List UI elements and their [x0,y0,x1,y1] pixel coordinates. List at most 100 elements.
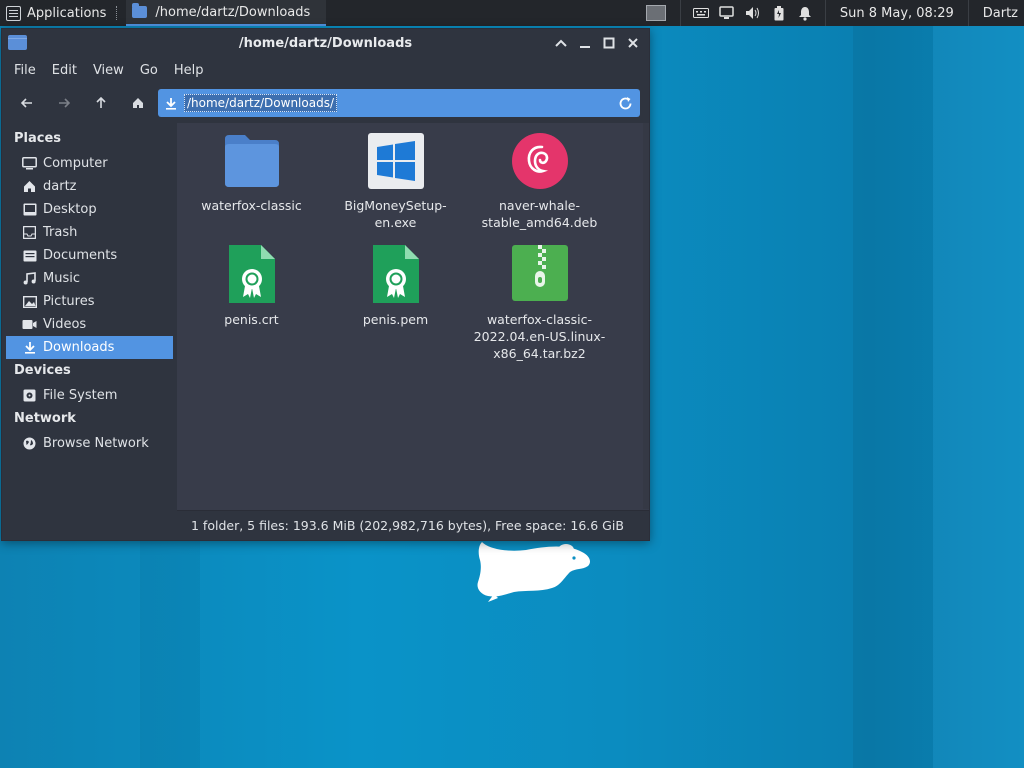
arrow-right-icon [58,98,70,108]
system-tray [687,5,819,21]
volume-icon[interactable] [745,5,761,21]
sidebar-item-browse-network[interactable]: Browse Network [2,432,177,455]
taskbar-window-button[interactable]: /home/dartz/Downloads [126,0,327,26]
sidebar-item-computer[interactable]: Computer [2,152,177,175]
sidebar-item-home[interactable]: dartz [2,175,177,198]
location-text[interactable]: /home/dartz/Downloads/ [184,94,337,112]
menu-go[interactable]: Go [132,63,166,78]
file-name: naver-whale-stable_amd64.deb [481,198,598,230]
file-item[interactable]: penis.crt [179,245,324,328]
battery-icon[interactable] [771,5,787,21]
taskbar-window-title: /home/dartz/Downloads [155,4,311,20]
menu-file[interactable]: File [6,63,44,78]
sidebar-item-label: Documents [43,248,118,263]
sidebar-item-label: Trash [43,225,78,240]
music-icon [22,271,37,286]
debian-package-icon [511,133,568,189]
close-icon [628,38,638,48]
certificate-icon [228,245,275,303]
display-icon[interactable] [719,5,735,21]
folder-icon [224,135,279,187]
drive-icon [22,388,37,403]
file-name: waterfox-classic [201,198,302,213]
sidebar-item-label: Videos [43,317,87,332]
window-folder-icon [8,35,27,50]
file-item[interactable]: penis.pem [323,245,468,328]
sidebar-item-pictures[interactable]: Pictures [2,290,177,313]
sidebar-item-desktop[interactable]: Desktop [2,198,177,221]
refresh-button[interactable] [616,94,634,112]
sidebar-item-label: Pictures [43,294,95,309]
file-manager-window: /home/dartz/Downloads File Edit View Go … [1,28,650,541]
xfce-mouse-logo [477,542,590,602]
shade-button[interactable] [551,33,571,53]
file-item[interactable]: BigMoneySetup-en.exe [323,133,468,231]
home-button[interactable] [119,89,156,117]
clock[interactable]: Sun 8 May, 08:29 [832,6,962,21]
sidebar-item-label: dartz [43,179,77,194]
workspace-switcher[interactable] [638,0,674,26]
file-item[interactable]: waterfox-classic [179,133,324,214]
back-button[interactable] [8,89,45,117]
sidebar-item-music[interactable]: Music [2,267,177,290]
sidebar-item-documents[interactable]: Documents [2,244,177,267]
sidebar-item-label: Computer [43,156,108,171]
keyboard-icon[interactable] [692,5,709,21]
window-titlebar[interactable]: /home/dartz/Downloads [2,29,649,57]
menu-view[interactable]: View [85,63,132,78]
location-bar[interactable]: /home/dartz/Downloads/ [158,89,640,117]
user-menu[interactable]: Dartz [975,6,1024,21]
desktop-icon [22,202,37,217]
network-heading: Network [14,411,76,426]
refresh-icon [619,96,631,109]
file-name: penis.pem [362,312,429,327]
workspace-thumbnail[interactable] [645,5,666,21]
home-icon [132,98,143,108]
certificate-icon [372,245,419,303]
sidebar-item-label: Desktop [43,202,97,217]
sidebar-item-label: Music [43,271,80,286]
computer-icon [22,156,37,171]
applications-label: Applications [27,5,107,21]
network-icon [22,436,37,451]
file-name: penis.crt [224,312,279,327]
sidebar-item-file-system[interactable]: File System [2,384,177,407]
file-view: waterfox-classic BigMoneySetup-en.exe na… [177,123,649,540]
applications-menu-button[interactable]: Applications [0,0,112,26]
scrollbar-track[interactable] [643,123,649,509]
chevron-up-icon [555,39,567,47]
notification-bell-icon[interactable] [797,5,813,21]
downloads-icon [158,97,184,110]
sidebar-item-trash[interactable]: Trash [2,221,177,244]
places-heading: Places [14,131,62,146]
panel-divider [679,0,681,26]
downloads-icon [22,340,37,355]
file-name: waterfox-classic-2022.04.en-US.linux-x86… [473,312,606,361]
sidebar-item-videos[interactable]: Videos [2,313,177,336]
window-controls [551,33,643,53]
minimize-button[interactable] [575,33,595,53]
arrow-left-icon [20,98,32,108]
close-button[interactable] [623,33,643,53]
top-panel: Applications /home/dartz/Downloads Sun 8… [0,0,1024,26]
applications-menu-icon [6,5,21,21]
maximize-icon [603,37,615,49]
menu-edit[interactable]: Edit [44,63,85,78]
sidebar-item-downloads[interactable]: Downloads [6,336,173,359]
file-name: BigMoneySetup-en.exe [344,198,447,230]
toolbar: /home/dartz/Downloads/ [2,83,649,123]
arrow-up-icon [95,97,106,108]
maximize-button[interactable] [599,33,619,53]
sidebar-item-label: File System [43,388,118,403]
archive-icon [511,245,568,301]
documents-icon [22,248,37,263]
file-item[interactable]: waterfox-classic-2022.04.en-US.linux-x86… [467,245,612,362]
file-icon-grid: waterfox-classic BigMoneySetup-en.exe na… [177,131,649,511]
home-icon [22,179,37,194]
file-item[interactable]: naver-whale-stable_amd64.deb [467,133,612,231]
menu-help[interactable]: Help [166,63,212,78]
sidebar-item-label: Downloads [43,340,115,355]
forward-button[interactable] [45,89,82,117]
up-button[interactable] [82,89,119,117]
desktop-stripe [933,0,1024,768]
